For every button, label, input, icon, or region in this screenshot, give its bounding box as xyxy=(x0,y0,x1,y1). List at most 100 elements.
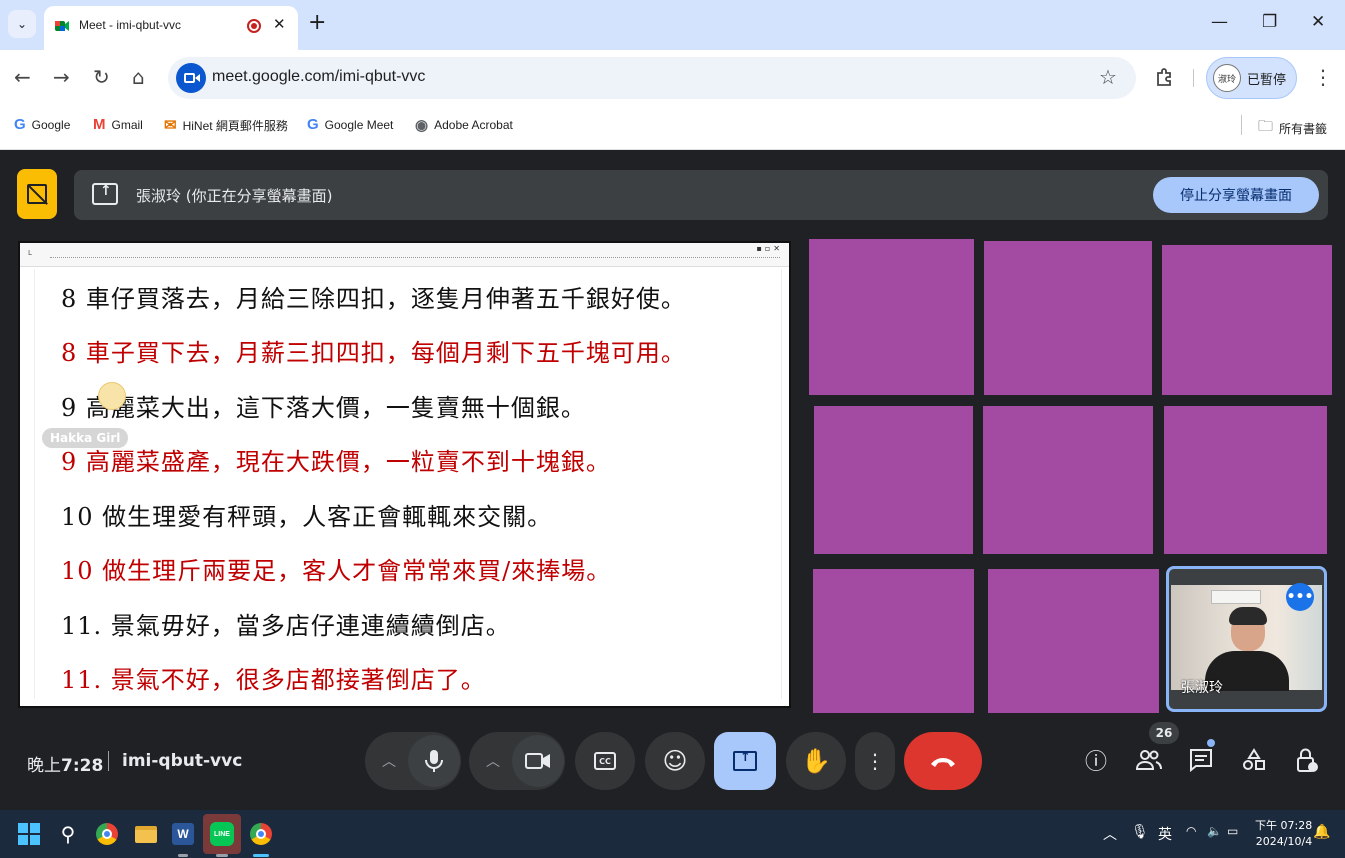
file-explorer-icon[interactable] xyxy=(133,821,159,847)
gmail-icon: M xyxy=(93,116,106,133)
more-vertical-icon: ⋮ xyxy=(865,749,885,773)
all-bookmarks-label: 所有書籤 xyxy=(1279,122,1328,136)
address-bar[interactable]: meet.google.com/imi-qbut-vvc ☆ xyxy=(168,57,1136,99)
bookmark-label: Gmail xyxy=(111,117,143,132)
doc-line: 9 高麗菜大出，這下落大價，一隻賣無十個銀。 xyxy=(61,394,586,422)
doc-line: 8 車子買下去，月薪三扣四扣，每個月剩下五千塊可用。 xyxy=(61,339,686,367)
tab-search-button[interactable]: ⌄ xyxy=(8,10,36,38)
google-icon: G xyxy=(14,116,26,133)
bookmark-adobe-acrobat[interactable]: ◉ Adobe Acrobat xyxy=(415,116,513,134)
meet-site-icon[interactable] xyxy=(176,63,206,93)
meeting-time: 晚上7:28 xyxy=(27,756,104,776)
participant-tile[interactable] xyxy=(984,241,1152,395)
clock-time: 下午 07:28 xyxy=(1255,819,1313,832)
word-icon[interactable]: W xyxy=(170,821,196,847)
doc-line: 10 做生理愛有秤頭，人客正會輒輒來交關。 xyxy=(61,503,553,531)
new-tab-button[interactable]: + xyxy=(308,12,326,34)
participant-tile[interactable] xyxy=(988,569,1159,713)
reload-icon[interactable]: ↻ xyxy=(93,66,110,88)
system-clock[interactable]: 下午 07:28 2024/10/4 xyxy=(1255,818,1312,850)
browser-menu-icon[interactable]: ⋮ xyxy=(1313,65,1333,89)
chrome-taskbar-icon-active[interactable] xyxy=(248,821,274,847)
bookmark-hinet[interactable]: ✉ HiNet 網頁郵件服務 xyxy=(164,116,288,134)
bookmark-gmail[interactable]: M Gmail xyxy=(93,116,143,133)
raise-hand-button[interactable]: ✋ xyxy=(786,732,846,790)
clock-date: 2024/10/4 xyxy=(1255,835,1313,848)
microphone-button[interactable] xyxy=(408,735,460,787)
people-icon[interactable] xyxy=(1135,746,1163,774)
volume-icon[interactable]: 🔈 xyxy=(1207,824,1222,838)
captions-button[interactable]: CC xyxy=(575,732,635,790)
meet-favicon-icon xyxy=(55,21,69,31)
bookmark-google-meet[interactable]: G Google Meet xyxy=(307,116,393,133)
mail-icon: ✉ xyxy=(164,117,177,134)
hang-up-icon xyxy=(931,758,955,767)
close-window-button[interactable]: ✕ xyxy=(1311,12,1325,32)
google-icon: G xyxy=(307,116,319,133)
participant-tile[interactable] xyxy=(983,406,1153,554)
reactions-button[interactable]: ☺ xyxy=(645,732,705,790)
show-hidden-icons[interactable]: ︿ xyxy=(1103,824,1117,844)
bookmark-google[interactable]: G Google xyxy=(14,116,70,133)
battery-icon[interactable]: ▭ xyxy=(1227,824,1238,838)
bookmark-label: Google Meet xyxy=(324,117,394,132)
search-icon[interactable]: ⚲ xyxy=(55,821,81,847)
emoji-reaction-icon xyxy=(98,382,126,410)
participant-tile[interactable] xyxy=(814,406,973,554)
more-options-button[interactable]: ⋮ xyxy=(855,732,895,790)
chrome-taskbar-icon[interactable] xyxy=(94,821,120,847)
microphone-control[interactable]: ︿ xyxy=(365,732,461,790)
bookmark-label: Google xyxy=(31,117,71,132)
present-button[interactable] xyxy=(714,732,776,790)
tab-meet[interactable]: Meet - imi-qbut-vvc ✕ xyxy=(44,6,298,50)
wifi-icon[interactable]: ◠ xyxy=(1186,824,1196,838)
profile-button[interactable]: 淑玲 已暫停 xyxy=(1206,57,1297,99)
doc-line: 11. 景氣毋好，當多店仔連連續續倒店。 xyxy=(61,612,511,640)
host-controls-button[interactable] xyxy=(17,169,57,219)
camera-control[interactable]: ︿ xyxy=(469,732,565,790)
participant-tile[interactable] xyxy=(1162,245,1332,395)
participant-tile[interactable] xyxy=(809,239,974,395)
minimize-button[interactable]: — xyxy=(1211,12,1228,32)
bookmarks-bar: G Google M Gmail ✉ HiNet 網頁郵件服務 G Google… xyxy=(0,106,1345,150)
self-video-tile[interactable]: ••• 張淑玲 xyxy=(1166,566,1327,712)
participant-tile[interactable] xyxy=(813,569,974,713)
camera-button[interactable] xyxy=(512,735,564,787)
activities-icon[interactable] xyxy=(1240,746,1268,774)
participant-count-badge: 26 xyxy=(1149,722,1179,744)
chevron-up-icon[interactable]: ︿ xyxy=(486,751,500,771)
all-bookmarks[interactable]: 🗀 所有書籤 xyxy=(1258,116,1327,141)
bookmark-star-icon[interactable]: ☆ xyxy=(1099,65,1117,89)
chat-icon[interactable] xyxy=(1187,746,1215,774)
meeting-code: imi-qbut-vvc xyxy=(122,751,243,771)
start-button[interactable] xyxy=(16,821,42,847)
forward-icon[interactable]: → xyxy=(53,66,70,88)
doc-line: 8 車仔買落去，月給三除四扣，逐隻月伸著五千銀好使。 xyxy=(61,285,686,313)
more-options-icon[interactable]: ••• xyxy=(1286,583,1314,611)
microphone-icon xyxy=(425,750,443,772)
participant-tile[interactable] xyxy=(1164,406,1327,554)
tab-stop-marker: L xyxy=(28,249,32,257)
present-icon xyxy=(92,183,118,205)
line-app-icon[interactable]: LINE xyxy=(209,821,235,847)
close-tab-icon[interactable]: ✕ xyxy=(273,15,286,33)
stop-sharing-button[interactable]: 停止分享螢幕畫面 xyxy=(1153,177,1319,213)
leave-call-button[interactable] xyxy=(904,732,982,790)
window-controls-icon: ▪▫✕ xyxy=(756,244,783,253)
chevron-up-icon[interactable]: ︿ xyxy=(382,751,396,771)
extensions-icon[interactable] xyxy=(1154,67,1174,87)
url-text[interactable]: meet.google.com/imi-qbut-vvc xyxy=(212,68,425,86)
ime-indicator[interactable]: 英 xyxy=(1158,824,1172,844)
hand-icon: ✋ xyxy=(801,747,831,775)
notifications-icon[interactable]: 🔔 xyxy=(1313,824,1330,840)
doc-line: 11. 景氣不好，很多店都接著倒店了。 xyxy=(61,666,486,694)
back-icon[interactable]: ← xyxy=(14,66,31,88)
restore-button[interactable]: ❐ xyxy=(1262,12,1277,32)
microphone-tray-icon[interactable]: 🎙 xyxy=(1131,824,1149,840)
browser-toolbar: ← → ↻ ⌂ meet.google.com/imi-qbut-vvc ☆ 淑… xyxy=(0,50,1345,106)
home-icon[interactable]: ⌂ xyxy=(132,66,145,88)
chevron-down-icon: ⌄ xyxy=(16,17,28,31)
doc-line: 9 高麗菜盛產，現在大跌價，一粒賣不到十塊銀。 xyxy=(61,448,611,476)
host-controls-lock-icon[interactable] xyxy=(1293,746,1321,774)
meeting-info-icon[interactable]: ⓘ xyxy=(1082,746,1110,775)
